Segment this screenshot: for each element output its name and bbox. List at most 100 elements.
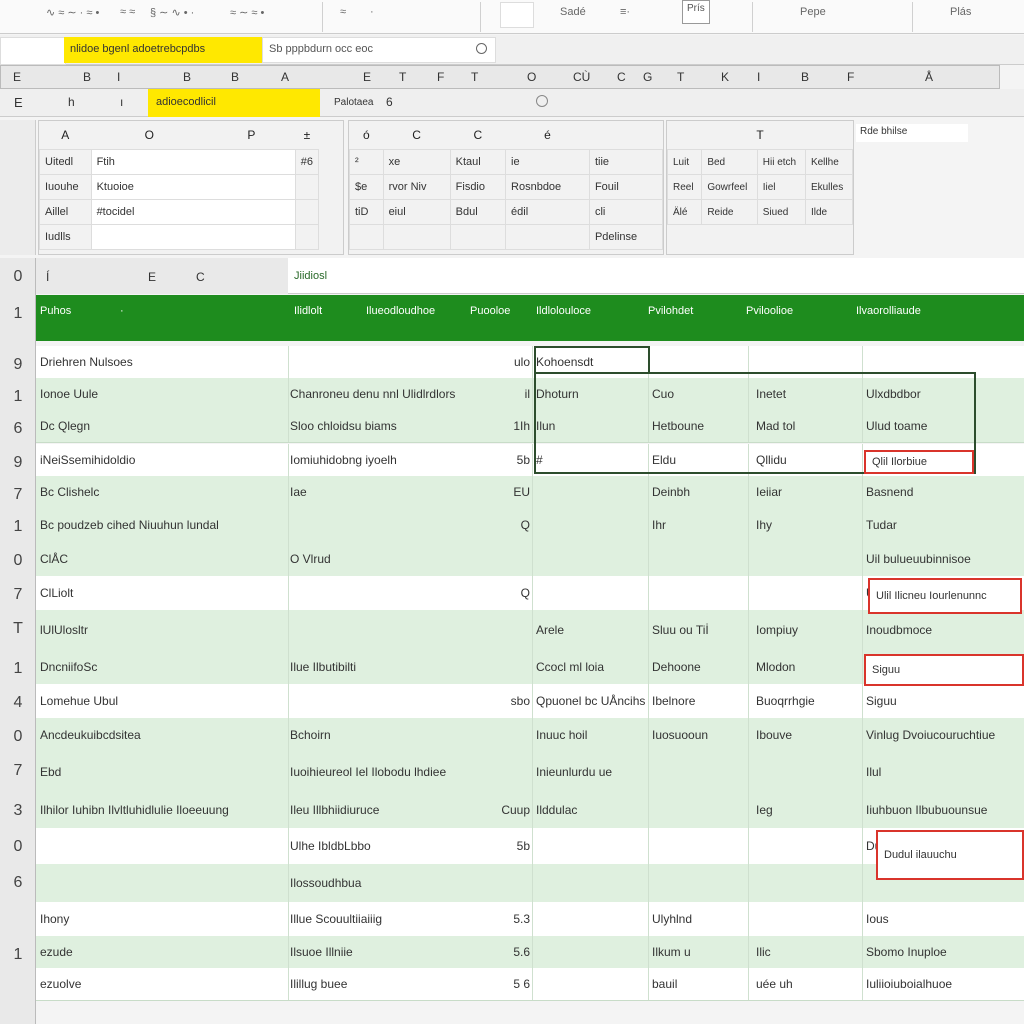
table-cell[interactable]: Ancdeukuibcdsitea [40, 718, 280, 752]
panel-cell[interactable]: Aillel [39, 199, 92, 225]
panel-cell[interactable]: #tocidel [90, 199, 296, 225]
table-cell[interactable] [496, 752, 530, 792]
table-cell[interactable]: Ious [866, 902, 1022, 936]
column-header[interactable]: K [721, 70, 729, 84]
table-cell[interactable]: ClÅC [40, 542, 280, 576]
table-cell[interactable]: Ilul [866, 752, 1022, 792]
table-cell[interactable] [756, 902, 856, 936]
table-cell[interactable] [536, 968, 646, 1000]
table-cell[interactable]: Basnend [866, 476, 1022, 508]
table-cell[interactable]: Ieg [756, 792, 856, 828]
panel-cell[interactable]: Gowrfeel [701, 174, 758, 200]
panel-header[interactable]: C [450, 121, 505, 150]
panel-header[interactable]: A [40, 121, 92, 150]
column-header[interactable]: A [281, 70, 289, 84]
panel-cell[interactable]: édil [505, 199, 590, 225]
table-cell[interactable] [652, 792, 752, 828]
panel-cell[interactable]: #6 [294, 149, 320, 175]
ribbon-item[interactable]: Sadé [560, 6, 586, 18]
table-cell[interactable]: Bc poudzeb cihed Niuuhun lundal [40, 508, 280, 542]
panel-cell[interactable] [294, 224, 320, 250]
table-cell[interactable]: DncniifoSc [40, 650, 280, 684]
formula-input[interactable]: nlidoe bgenl adoetrebcpdbs [64, 37, 262, 63]
table-cell[interactable] [756, 576, 856, 610]
panel-header[interactable]: P [207, 121, 295, 150]
row-number[interactable]: 1 [0, 388, 36, 406]
table-cell[interactable]: Sluu ou Tiİ [652, 610, 752, 650]
table-cell[interactable] [536, 576, 646, 610]
table-cell[interactable]: uée uh [756, 968, 856, 1000]
table-cell[interactable]: 1Ih [496, 410, 530, 442]
panel-cell[interactable]: eiul [382, 199, 451, 225]
table-cell[interactable]: 5b [496, 444, 530, 476]
table-column-header[interactable]: Pviloolioe [746, 305, 793, 317]
row-number[interactable]: 3 [0, 802, 36, 820]
table-row[interactable]: Lomehue Ubul sbo Qpuonel bc UÅncihs Ibelnor… [36, 684, 1024, 719]
table-cell[interactable] [496, 718, 530, 752]
row-number[interactable]: 4 [0, 694, 36, 712]
table-cell[interactable]: Ihony [40, 902, 280, 936]
active-cell[interactable] [534, 346, 650, 374]
table-cell[interactable]: Vinlug Dvoiucouruchtiue [866, 718, 1022, 752]
table-cell[interactable]: Ilic [756, 936, 856, 968]
table-row[interactable]: Ilhilor Iuhibn Ilvltluhidlulie Iloeeuung… [36, 792, 1024, 829]
table-column-header[interactable]: Ildlolouloce [536, 305, 591, 317]
table-row[interactable]: Ancdeukuibcdsitea Bchoirn Inuuc hoil Iuosuo… [36, 718, 1024, 753]
table-row[interactable]: Ebd Iuoihieureol Iel Ilobodu lhdiee Inieun… [36, 752, 1024, 793]
table-cell[interactable]: bauil [652, 968, 752, 1000]
table-cell[interactable]: Inieunlurdu ue [536, 752, 646, 792]
panel-cell[interactable] [294, 174, 320, 200]
column-header[interactable]: B [83, 70, 91, 84]
table-cell[interactable] [652, 828, 752, 864]
ribbon-item[interactable]: ≈ ≈ [120, 6, 135, 18]
table-cell[interactable]: Ieiiar [756, 476, 856, 508]
table-cell[interactable]: Iompiuy [756, 610, 856, 650]
row-number[interactable]: 6 [0, 874, 36, 892]
table-cell[interactable]: Ibouve [756, 718, 856, 752]
table-row[interactable]: ezuolve Ilillug buee 5 6 bauil uée uh Iuliioi… [36, 968, 1024, 1001]
panel-cell[interactable]: Siued [756, 199, 806, 225]
table-cell[interactable]: Ebd [40, 752, 280, 792]
table-row[interactable]: Ihony Illue Scouultiiaiiig 5.3 Ulyhlnd Ious [36, 902, 1024, 937]
panel-cell[interactable]: Ekulles [804, 174, 854, 200]
cell-label[interactable]: Palotaea [334, 97, 373, 108]
table-cell[interactable]: Iuliioiuboialhuoe [866, 968, 1022, 1000]
column-header[interactable]: O [527, 70, 536, 84]
table-cell[interactable]: Ihy [756, 508, 856, 542]
table-cell[interactable] [536, 902, 646, 936]
ribbon-item[interactable]: ≡· [620, 6, 630, 18]
table-row[interactable]: ezude Ilsuoe Illniie 5.6 Ilkum u Ilic Sbomo I… [36, 936, 1024, 969]
table-cell[interactable]: Siguu [866, 684, 1022, 718]
table-cell[interactable]: Lomehue Ubul [40, 684, 280, 718]
row-number[interactable]: 1 [0, 946, 36, 964]
table-cell[interactable] [652, 752, 752, 792]
row-number[interactable]: 0 [0, 268, 36, 286]
panel-cell[interactable]: Bdul [449, 199, 507, 225]
table-cell[interactable] [496, 610, 530, 650]
panel-cell[interactable]: Ktuoioe [90, 174, 296, 200]
column-header[interactable]: B [801, 70, 809, 84]
table-row[interactable]: Bc Clishelc Iae EU Deinbh Ieiiar Basnend [36, 476, 1024, 509]
table-cell[interactable]: il [496, 378, 530, 410]
table-cell[interactable]: Chanroneu denu nnl Ulidlrdlors [290, 378, 490, 410]
row-number[interactable]: 9 [0, 356, 36, 374]
panel-header[interactable]: é [506, 121, 590, 150]
row-number[interactable]: 1 [0, 305, 36, 323]
table-cell[interactable]: Bc Clishelc [40, 476, 280, 508]
row-number[interactable]: T [0, 620, 36, 638]
cell-label[interactable]: 6 [386, 95, 393, 109]
panel-cell[interactable]: rvor Niv [382, 174, 451, 200]
table-cell[interactable] [536, 864, 646, 902]
table-row[interactable]: Bc poudzeb cihed Niuuhun lundal Q Ihr Ihy Tu… [36, 508, 1024, 543]
row-number[interactable]: 7 [0, 762, 36, 780]
panel-cell[interactable]: Kellhe [804, 149, 854, 175]
ribbon-blank-button[interactable] [500, 2, 534, 28]
table-cell[interactable]: Iae [290, 476, 490, 508]
flagged-cell[interactable]: Ulil Ilicneu Iourlenunnc [868, 578, 1022, 614]
table-cell[interactable] [40, 864, 280, 902]
table-column-header[interactable]: Puhos [40, 305, 71, 317]
row-number[interactable]: 7 [0, 586, 36, 604]
refresh-icon[interactable] [536, 95, 548, 107]
table-cell[interactable]: Iomiuhidobng iyoelh [290, 444, 490, 476]
table-cell[interactable]: Ulyhlnd [652, 902, 752, 936]
